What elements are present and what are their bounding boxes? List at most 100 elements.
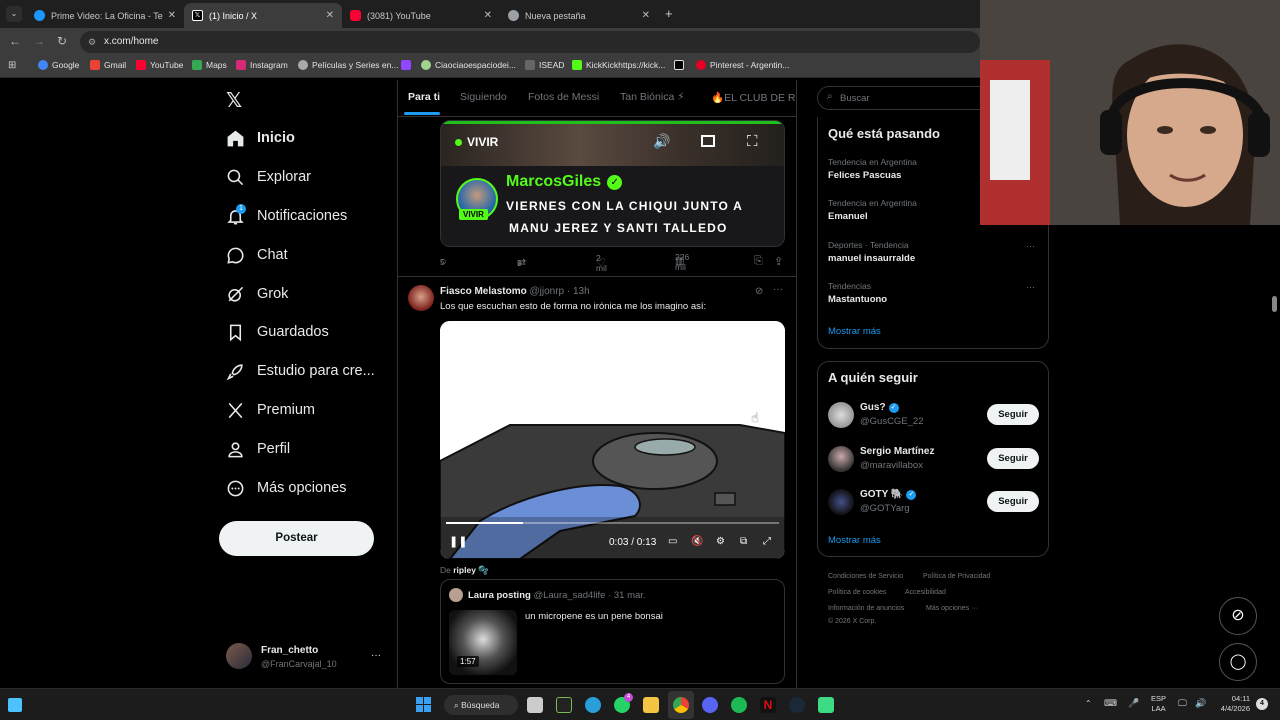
bookmark-kick[interactable]: KickKickhttps://kick... [572, 60, 665, 70]
bookmark-instagram[interactable]: Instagram [236, 60, 288, 70]
account-name[interactable]: Fran_chetto [261, 645, 318, 656]
avatar[interactable] [226, 643, 252, 669]
taskbar-search[interactable]: ⌕ Búsqueda [444, 695, 518, 715]
site-info-icon[interactable]: ⚙ [88, 31, 96, 53]
close-icon[interactable]: ✕ [484, 10, 492, 21]
mute-icon[interactable]: 🔇 [691, 536, 703, 547]
new-tab-button[interactable]: + [665, 6, 673, 21]
nav-profile[interactable]: Perfil [226, 435, 290, 463]
live-stream-card[interactable]: VIVIR 🔊 ⛶ VIVIR MarcosGiles ✓ VIERNES CO… [440, 120, 785, 247]
apps-grid-icon[interactable]: ⊞ [8, 60, 16, 71]
post-handle[interactable]: @jjonrp [529, 286, 564, 297]
volume-icon[interactable]: 🔊 [1195, 698, 1206, 709]
follow-name[interactable]: Sergio Martínez [860, 446, 934, 457]
x-logo-icon[interactable]: 𝕏 [226, 88, 242, 113]
fullscreen-icon[interactable]: ⤢ [763, 536, 771, 547]
pip-icon[interactable]: ⧉ [740, 536, 747, 547]
bookmark-ciaociao[interactable]: Ciaociaoespaciodei... [421, 60, 516, 70]
follow-button[interactable]: Seguir [987, 404, 1039, 425]
tray-chevron-icon[interactable]: ⌃ [1085, 699, 1092, 708]
trend-name[interactable]: Mastantuono [828, 294, 887, 305]
footer-terms[interactable]: Condiciones de Servicio [828, 573, 903, 580]
footer-ads-info[interactable]: Información de anuncios [828, 605, 904, 612]
show-more-link[interactable]: Mostrar más [828, 535, 881, 546]
footer-privacy[interactable]: Política de Privacidad [923, 573, 990, 580]
close-icon[interactable]: ✕ [642, 10, 650, 21]
microphone-icon[interactable]: 🎤 [1128, 698, 1139, 709]
bookmark-x[interactable] [674, 60, 688, 70]
bookmark-maps[interactable]: Maps [192, 60, 227, 70]
repost-button[interactable]: ⇄ 9 [517, 256, 530, 269]
avatar[interactable] [408, 285, 434, 311]
follow-name-row[interactable]: GOTY 🐘 ✓ [860, 489, 917, 500]
bookmark-peliculas[interactable]: Películas y Series en... [298, 60, 398, 70]
close-icon[interactable]: ✕ [168, 10, 176, 21]
tab-club[interactable]: 🔥EL CLUB DE RO [711, 91, 795, 104]
tab-for-you[interactable]: Para ti [408, 91, 440, 103]
trend-more-icon[interactable]: ··· [1026, 241, 1035, 251]
nav-chat[interactable]: Chat [226, 241, 288, 269]
video-progress-track[interactable] [446, 522, 779, 524]
android-app-icon[interactable] [818, 697, 834, 713]
post-author[interactable]: Fiasco Melastomo [440, 286, 527, 297]
fullscreen-icon[interactable]: ⛶ [747, 133, 758, 150]
language-indicator[interactable]: ESP LAA [1151, 694, 1166, 714]
netflix-icon[interactable]: N [760, 697, 776, 713]
follow-name-row[interactable]: Gus? ✓ [860, 402, 899, 413]
nav-home[interactable]: Inicio [226, 124, 295, 152]
chrome-icon[interactable] [673, 697, 689, 713]
account-more-icon[interactable]: ··· [371, 650, 381, 661]
file-explorer-icon[interactable] [643, 697, 659, 713]
share-icon[interactable]: ⇪ [774, 255, 783, 268]
discord-icon[interactable] [702, 697, 718, 713]
tab-youtube[interactable]: (3081) YouTube ✕ [342, 3, 500, 28]
settings-icon[interactable]: ⚙ [716, 536, 725, 547]
grok-fab-icon[interactable]: ⊘ [1219, 597, 1257, 635]
tab-search-icon[interactable]: ⌄ [6, 6, 22, 22]
network-icon[interactable]: 🖵 [1178, 698, 1187, 709]
nav-bookmarks[interactable]: Guardados [226, 318, 329, 346]
post-button[interactable]: Postear [219, 521, 374, 556]
close-icon[interactable]: ✕ [326, 10, 334, 21]
nav-grok[interactable]: Grok [226, 280, 288, 308]
bookmark-pinterest[interactable]: Pinterest - Argentin... [696, 60, 789, 70]
follow-button[interactable]: Seguir [987, 491, 1039, 512]
reload-icon[interactable]: ↻ [57, 34, 67, 48]
messages-fab-icon[interactable]: ◯ [1219, 643, 1257, 681]
grok-icon[interactable]: ⊘ [755, 286, 763, 297]
url-field[interactable]: ⚙ x.com/home [80, 31, 980, 53]
footer-cookies[interactable]: Política de cookies [828, 589, 886, 596]
show-more-link[interactable]: Mostrar más [828, 326, 881, 337]
keyboard-icon[interactable]: ⌨ [1104, 698, 1117, 709]
bookmark-isead[interactable]: ISEAD [525, 60, 565, 70]
bookmark-icon[interactable]: ⎘ [754, 255, 763, 268]
nav-creator-studio[interactable]: Estudio para cre... [226, 357, 375, 385]
pip-icon[interactable] [701, 135, 715, 147]
back-icon[interactable]: ← [9, 34, 21, 48]
tab-x-home[interactable]: 𝕏 (1) Inicio / X ✕ [184, 3, 342, 28]
trend-name[interactable]: Emanuel [828, 211, 868, 222]
edge-icon[interactable] [585, 697, 601, 713]
views-button[interactable]: ▥ 226 mil [675, 252, 689, 272]
like-button[interactable]: ♡ 2 mil [596, 253, 610, 273]
footer-accessibility[interactable]: Accesibilidad [905, 589, 946, 596]
nav-premium[interactable]: Premium [226, 396, 315, 424]
trend-name[interactable]: manuel insaurralde [828, 253, 915, 264]
tab-tan-bionica[interactable]: Tan Biónica ⚡ [620, 91, 685, 103]
forward-icon[interactable]: → [33, 34, 45, 48]
from-user[interactable]: ripley 🫧 [453, 565, 489, 575]
reply-button[interactable]: ○ 5 [440, 256, 451, 268]
nav-explore[interactable]: Explorar [226, 163, 311, 191]
notification-count[interactable]: 4 [1256, 698, 1268, 710]
nav-more[interactable]: Más opciones [226, 474, 346, 502]
volume-icon[interactable]: 🔊 [653, 133, 670, 150]
tab-prime-video[interactable]: Prime Video: La Oficina - Temp ✕ [26, 3, 184, 28]
quoted-post[interactable]: Laura posting @Laura_sad4life · 31 mar. … [440, 579, 785, 684]
tab-following[interactable]: Siguiendo [460, 91, 507, 103]
avatar[interactable] [828, 489, 854, 515]
trend-name[interactable]: Felices Pascuas [828, 170, 901, 181]
spotify-icon[interactable] [731, 697, 747, 713]
footer-more[interactable]: Más opciones ··· [926, 605, 978, 612]
widgets-icon[interactable] [8, 698, 22, 712]
post-video[interactable]: ❚❚ 0:03 / 0:13 ▭ 🔇 ⚙ ⧉ ⤢ [440, 321, 785, 559]
